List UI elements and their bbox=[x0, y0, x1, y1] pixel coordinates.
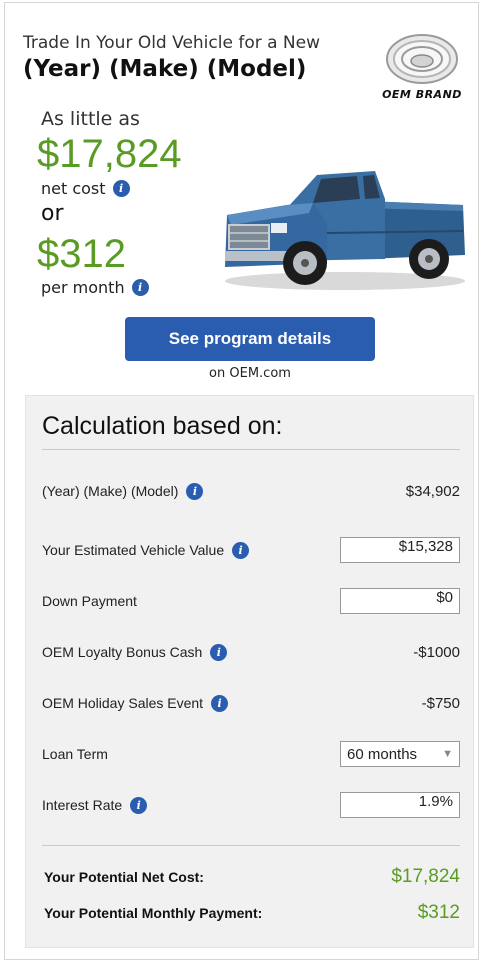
monthly-total-label: Your Potential Monthly Payment: bbox=[44, 905, 263, 921]
loan-term-value: 60 months bbox=[347, 745, 418, 763]
cta-sublabel: on OEM.com bbox=[209, 366, 291, 381]
vehicle-price-label: (Year) (Make) (Model) bbox=[42, 483, 179, 499]
info-icon[interactable]: i bbox=[186, 482, 204, 500]
or-label: or bbox=[41, 201, 64, 226]
monthly-total-row: Your Potential Monthly Payment: $312 bbox=[44, 902, 460, 924]
calculator-title: Calculation based on: bbox=[42, 412, 283, 440]
info-icon[interactable]: i bbox=[210, 643, 228, 661]
loyalty-bonus-label: OEM Loyalty Bonus Cash bbox=[42, 644, 203, 660]
monthly-total-value: $312 bbox=[417, 902, 460, 923]
calculator-panel: Calculation based on: (Year) (Make) (Mod… bbox=[25, 395, 474, 948]
info-icon[interactable]: i bbox=[112, 180, 130, 197]
chevron-down-icon: ▼ bbox=[442, 748, 453, 760]
loyalty-bonus-row: OEM Loyalty Bonus Cash i -$1000 bbox=[42, 639, 460, 665]
interest-rate-label: Interest Rate bbox=[42, 797, 123, 813]
down-payment-row: Down Payment $0 bbox=[42, 588, 460, 614]
monthly-row: per month i bbox=[41, 278, 149, 297]
loan-term-row: Loan Term 60 months ▼ bbox=[42, 741, 460, 767]
net-cost-amount: $17,824 bbox=[37, 132, 182, 176]
down-payment-label: Down Payment bbox=[42, 593, 137, 609]
vehicle-title: (Year) (Make) (Model) bbox=[23, 56, 307, 82]
monthly-amount: $312 bbox=[37, 232, 126, 276]
loan-term-select[interactable]: 60 months ▼ bbox=[340, 741, 460, 767]
pickup-truck-image bbox=[225, 171, 465, 290]
vehicle-price-value: $34,902 bbox=[405, 482, 460, 500]
info-icon[interactable]: i bbox=[211, 694, 229, 712]
info-icon[interactable]: i bbox=[130, 796, 148, 814]
interest-rate-input[interactable]: 1.9% bbox=[340, 792, 460, 818]
info-icon[interactable]: i bbox=[232, 541, 250, 559]
monthly-label: per month bbox=[41, 278, 125, 297]
loan-term-label: Loan Term bbox=[42, 746, 108, 762]
tagline: Trade In Your Old Vehicle for a New bbox=[23, 33, 321, 53]
brand-logo: OEM BRAND bbox=[373, 33, 471, 103]
offer-intro: As little as bbox=[41, 108, 140, 130]
net-cost-total-label: Your Potential Net Cost: bbox=[44, 869, 204, 885]
vehicle-price-row: (Year) (Make) (Model) i $34,902 bbox=[42, 478, 460, 504]
interest-rate-row: Interest Rate i 1.9% bbox=[42, 792, 460, 818]
net-cost-label: net cost bbox=[41, 179, 106, 198]
brand-logo-icon bbox=[386, 34, 458, 84]
holiday-event-label: OEM Holiday Sales Event bbox=[42, 695, 204, 711]
holiday-event-row: OEM Holiday Sales Event i -$750 bbox=[42, 690, 460, 716]
vehicle-value-label: Your Estimated Vehicle Value bbox=[42, 542, 225, 558]
vehicle-value-input[interactable]: $15,328 bbox=[340, 537, 460, 563]
trade-in-widget: Trade In Your Old Vehicle for a New (Yea… bbox=[4, 2, 479, 960]
info-icon[interactable]: i bbox=[131, 279, 149, 296]
loyalty-bonus-value: -$1000 bbox=[413, 643, 460, 661]
see-program-details-button[interactable]: See program details bbox=[125, 317, 375, 361]
divider bbox=[42, 449, 460, 450]
vehicle-value-row: Your Estimated Vehicle Value i $15,328 bbox=[42, 537, 460, 563]
net-cost-row: net cost i bbox=[41, 179, 130, 198]
divider bbox=[42, 845, 460, 846]
net-cost-total-value: $17,824 bbox=[391, 866, 460, 887]
down-payment-input[interactable]: $0 bbox=[340, 588, 460, 614]
net-cost-total-row: Your Potential Net Cost: $17,824 bbox=[44, 866, 460, 888]
holiday-event-value: -$750 bbox=[421, 694, 460, 712]
brand-name: OEM BRAND bbox=[382, 88, 462, 101]
